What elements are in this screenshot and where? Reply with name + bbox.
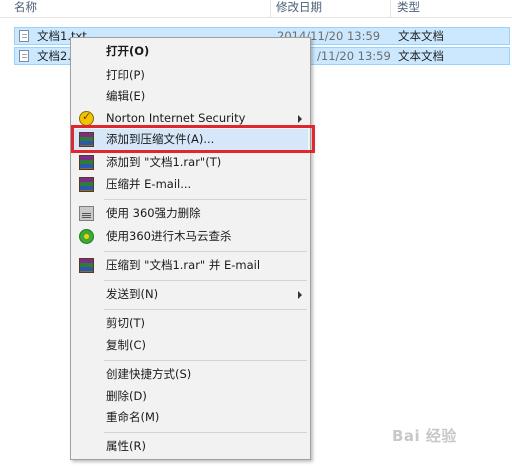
menu-item-rename[interactable]: 重命名(M) [73,407,308,428]
menu-separator [104,251,307,252]
menu-item-cut[interactable]: 剪切(T) [73,313,308,334]
menu-item-open[interactable]: 打开(O) [73,41,308,62]
menu-item-label: 复制(C) [106,338,147,352]
menu-item-label: 打印(P) [106,68,145,82]
submenu-arrow-icon [298,115,302,123]
menu-item-edit[interactable]: 编辑(E) [73,86,308,107]
menu-item-label: 创建快捷方式(S) [106,367,192,381]
menu-item-label: 打开(O) [106,44,150,58]
menu-item-label: 删除(D) [106,389,147,403]
menu-separator [104,280,307,281]
column-type[interactable]: 类型 [397,0,420,17]
column-header: 名称 修改日期 类型 [0,0,512,18]
menu-item-create-shortcut[interactable]: 创建快捷方式(S) [73,364,308,385]
menu-item-send-to[interactable]: 发送到(N) [73,284,308,305]
menu-item-label: 发送到(N) [106,287,159,301]
menu-separator [104,309,307,310]
menu-item-label: 编辑(E) [106,89,146,103]
menu-item-label: 添加到 "文档1.rar"(T) [106,155,222,169]
context-menu: 打开(O) 打印(P) 编辑(E) Norton Internet Securi… [70,37,311,460]
menu-item-label: 压缩并 E-mail... [106,177,192,191]
watermark: Bai 经验 [392,427,457,445]
norton-icon [79,110,94,126]
winrar-icon [79,177,94,192]
menu-item-label: 重命名(M) [106,410,160,424]
menu-item-add-to-rar[interactable]: 添加到 "文档1.rar"(T) [73,152,308,173]
menu-separator [104,360,307,361]
column-modified[interactable]: 修改日期 [276,0,322,17]
annotation-highlight-box [71,125,315,153]
menu-item-print[interactable]: 打印(P) [73,65,308,86]
column-name[interactable]: 名称 [14,0,37,17]
menu-item-label: 使用360进行木马云查杀 [106,229,232,243]
360-icon [79,229,94,244]
text-file-icon [19,30,29,42]
menu-item-copy[interactable]: 复制(C) [73,335,308,356]
menu-separator [104,432,307,433]
submenu-arrow-icon [298,291,302,299]
menu-item-360-scan[interactable]: 使用360进行木马云查杀 [73,226,308,247]
menu-item-compress-rar-email[interactable]: 压缩到 "文档1.rar" 并 E-mail [73,255,308,276]
file-type: 文本文档 [398,49,444,63]
menu-item-label: 剪切(T) [106,316,145,330]
menu-item-delete[interactable]: 删除(D) [73,386,308,407]
file-modified: /11/20 13:59 [317,49,391,63]
file-name: 文档2. [37,49,71,63]
menu-item-360-delete[interactable]: 使用 360强力删除 [73,203,308,224]
winrar-icon [79,258,94,273]
column-divider[interactable] [270,0,271,17]
menu-item-label: 使用 360强力删除 [106,206,201,220]
menu-item-label: 属性(R) [106,439,146,453]
shredder-icon [79,206,94,221]
menu-separator [104,199,307,200]
file-type: 文本文档 [398,29,444,43]
menu-item-properties[interactable]: 属性(R) [73,436,308,457]
text-file-icon [19,50,29,62]
menu-item-label: 压缩到 "文档1.rar" 并 E-mail [106,258,261,272]
column-divider[interactable] [390,0,391,17]
menu-item-compress-email[interactable]: 压缩并 E-mail... [73,174,308,195]
winrar-icon [79,155,94,170]
